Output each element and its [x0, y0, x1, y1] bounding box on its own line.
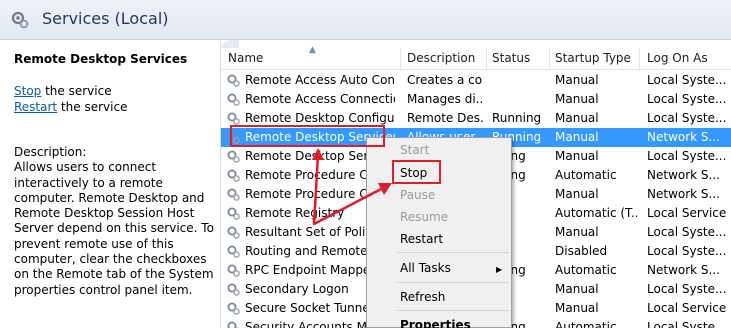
cell-startup-type: Manual	[555, 149, 599, 163]
column-header-name[interactable]: Name	[228, 51, 263, 65]
cell-startup-type: Automatic	[555, 320, 617, 328]
description-label: Description:	[14, 145, 87, 159]
menu-item-all-tasks[interactable]: All Tasks	[400, 261, 451, 275]
service-gear-icon	[227, 302, 240, 315]
stop-service-line: Stop the service	[14, 84, 112, 98]
column-header-description[interactable]: Description	[407, 51, 475, 65]
cell-description: Creates a co...	[407, 73, 483, 87]
window-title: Services (Local)	[42, 9, 169, 28]
stop-service-suffix: the service	[41, 84, 112, 98]
menu-item-properties[interactable]: Properties	[400, 318, 471, 328]
cell-startup-type: Manual	[555, 225, 599, 239]
column-header-status[interactable]: Status	[492, 51, 530, 65]
cell-log-on-as: Local Syste...	[647, 149, 727, 163]
highlight-stop-item	[392, 160, 441, 184]
service-gear-icon	[227, 188, 240, 201]
service-gear-icon	[227, 283, 240, 296]
menu-item-start[interactable]: Start	[400, 143, 429, 157]
cell-startup-type: Manual	[555, 301, 599, 315]
restart-service-link[interactable]: Restart	[14, 100, 57, 114]
cell-log-on-as: Network S...	[647, 130, 720, 144]
cell-name: Remote Access Auto Conne...	[245, 73, 395, 87]
window-titlebar: Services (Local)	[0, 0, 731, 40]
cell-name: Remote Desktop Configurat...	[245, 111, 395, 125]
cell-log-on-as: Local Syste...	[647, 282, 727, 296]
service-gear-icon	[227, 150, 240, 163]
cell-status: Running	[492, 111, 542, 125]
column-divider[interactable]	[639, 48, 640, 70]
cell-log-on-as: Local Syste...	[647, 92, 727, 106]
service-details-pane: Remote Desktop Services Stop the service…	[0, 40, 221, 328]
description-text: Allows users to connect interactively to…	[14, 160, 214, 297]
menu-item-restart[interactable]: Restart	[400, 232, 443, 246]
service-gear-icon	[227, 112, 240, 125]
column-header-startup-type[interactable]: Startup Type	[555, 51, 631, 65]
menu-item-resume[interactable]: Resume	[400, 210, 448, 224]
column-divider[interactable]	[549, 48, 550, 70]
menu-separator	[397, 252, 509, 253]
column-divider[interactable]	[486, 48, 487, 70]
table-row[interactable]: Remote Access Connection... Manages di...…	[221, 90, 731, 109]
restart-service-suffix: the service	[57, 100, 128, 114]
cell-log-on-as: Network S...	[647, 263, 720, 277]
cell-description: Remote Des...	[407, 111, 483, 125]
cell-log-on-as: Local Syste...	[647, 225, 727, 239]
table-row[interactable]: Remote Access Auto Conne... Creates a co.…	[221, 71, 731, 90]
cell-name: Remote Access Connection...	[245, 92, 395, 106]
menu-separator	[397, 310, 509, 311]
service-gear-icon	[227, 207, 240, 220]
cell-startup-type: Automatic	[555, 263, 617, 277]
service-gear-icon	[227, 169, 240, 182]
stop-service-link[interactable]: Stop	[14, 84, 41, 98]
service-gear-icon	[227, 74, 240, 87]
service-gear-icon	[227, 93, 240, 106]
cell-startup-type: Manual	[555, 111, 599, 125]
cell-log-on-as: Local Syste...	[647, 111, 727, 125]
cell-log-on-as: Local Syste...	[647, 73, 727, 87]
service-gear-icon	[227, 245, 240, 258]
column-divider[interactable]	[400, 48, 401, 70]
service-gear-icon	[227, 226, 240, 239]
cell-startup-type: Manual	[555, 92, 599, 106]
services-gear-icon	[11, 11, 29, 29]
sort-ascending-icon: ▲	[309, 45, 316, 55]
service-description: Description: Allows users to connect int…	[14, 145, 220, 298]
cell-startup-type: Disabled	[555, 244, 608, 258]
menu-separator	[397, 282, 509, 283]
cell-log-on-as: Local Service	[647, 206, 727, 220]
cell-log-on-as: Local Syste...	[647, 320, 727, 328]
restart-service-line: Restart the service	[14, 100, 127, 114]
cell-startup-type: Automatic (T...	[555, 206, 637, 220]
cell-log-on-as: Network S...	[647, 168, 720, 182]
cell-log-on-as: Local Syste...	[647, 244, 727, 258]
cell-startup-type: Manual	[555, 130, 599, 144]
highlight-selected-service	[230, 125, 385, 147]
cell-startup-type: Manual	[555, 187, 599, 201]
cell-startup-type: Manual	[555, 73, 599, 87]
cell-log-on-as: Network S...	[647, 187, 720, 201]
service-gear-icon	[227, 264, 240, 277]
submenu-arrow-icon: ▶	[496, 265, 503, 274]
list-header: ▲ Name Description Status Startup Type L…	[221, 45, 731, 70]
cell-description: Manages di...	[407, 92, 483, 106]
menu-item-pause[interactable]: Pause	[400, 188, 435, 202]
cell-log-on-as: Local Service	[647, 301, 727, 315]
cell-startup-type: Automatic	[555, 168, 617, 182]
selected-service-name: Remote Desktop Services	[14, 52, 188, 66]
column-header-log-on-as[interactable]: Log On As	[647, 51, 708, 65]
cell-startup-type: Manual	[555, 282, 599, 296]
service-gear-icon	[227, 321, 239, 328]
menu-item-refresh[interactable]: Refresh	[400, 290, 445, 304]
